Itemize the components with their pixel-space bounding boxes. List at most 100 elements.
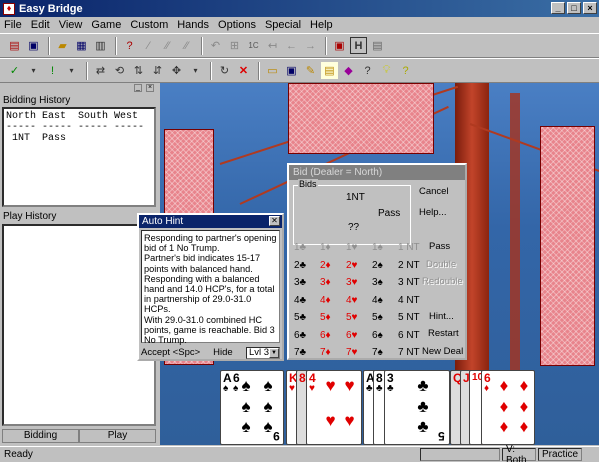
menu-hands[interactable]: Hands — [177, 19, 209, 31]
bid-button[interactable]: 1♣ — [294, 242, 320, 253]
bid-button[interactable]: 3♠ — [372, 277, 398, 288]
menu-game[interactable]: Game — [91, 19, 121, 31]
menu-edit[interactable]: Edit — [31, 19, 50, 31]
menu-file[interactable]: File — [4, 19, 22, 31]
bid-button[interactable]: 5♥ — [346, 312, 372, 323]
move-icon[interactable]: ✥ — [168, 62, 185, 79]
hint-button[interactable]: Hint... — [429, 311, 454, 322]
forward-icon[interactable]: → — [302, 37, 319, 54]
bid-button[interactable]: 4♠ — [372, 295, 398, 306]
back-icon[interactable]: ← — [283, 37, 300, 54]
bid-button[interactable]: 6 NT — [398, 330, 420, 341]
hand-card[interactable]: 4 ♥ ♥ ♥ ♥ ♥ — [306, 370, 362, 445]
menu-custom[interactable]: Custom — [130, 19, 168, 31]
bid-dialog-title[interactable]: Bid (Dealer = North) — [289, 165, 465, 180]
card-pass3-icon[interactable]: ⁄⁄ — [178, 37, 195, 54]
dropdown2-icon[interactable]: ▾ — [63, 62, 80, 79]
minimize-button[interactable]: _ — [551, 2, 565, 14]
bid-button[interactable]: 2♠ — [372, 260, 398, 271]
bid-button[interactable]: 6♦ — [320, 330, 346, 341]
bid-button[interactable]: 7 NT — [398, 347, 420, 358]
bid-button[interactable]: 4 NT — [398, 295, 420, 306]
pass-button[interactable]: Pass — [429, 241, 450, 252]
menu-help[interactable]: Help — [310, 19, 333, 31]
question-icon[interactable]: ? — [359, 62, 376, 79]
hide-button[interactable]: Hide — [213, 347, 233, 358]
auto-hint-close-icon[interactable]: ✕ — [269, 216, 280, 226]
new-deal-button[interactable]: New Deal — [422, 346, 463, 357]
bid-button[interactable]: 7♣ — [294, 347, 320, 358]
hand-card[interactable]: A ♠ 6 ♠ ♠ ♠ ♠ ♠ ♠ ♠ 9 — [220, 370, 284, 445]
rewind-icon[interactable]: ↤ — [264, 37, 281, 54]
bid-button[interactable]: 7♥ — [346, 347, 372, 358]
panel-minimize-icon[interactable]: _ — [134, 84, 142, 92]
bid-button[interactable]: 6♣ — [294, 330, 320, 341]
window-icon[interactable]: ▣ — [331, 37, 348, 54]
redouble-button[interactable]: Redouble — [422, 276, 463, 287]
dropdown3-icon[interactable]: ▾ — [187, 62, 204, 79]
bid-button[interactable]: 6♠ — [372, 330, 398, 341]
new-icon[interactable]: ▣ — [25, 37, 42, 54]
pencil-icon[interactable]: ✎ — [302, 62, 319, 79]
bid-icon[interactable]: ! — [44, 62, 61, 79]
cards-icon[interactable]: ⇵ — [149, 62, 166, 79]
score-icon[interactable]: ▣ — [283, 62, 300, 79]
arrange-icon[interactable]: ⇅ — [130, 62, 147, 79]
check-icon[interactable]: ✓ — [6, 62, 23, 79]
bid-button[interactable]: 3♥ — [346, 277, 372, 288]
bid-button[interactable]: 2 NT — [398, 260, 420, 271]
swap-icon[interactable]: ⇄ — [92, 62, 109, 79]
restart-button[interactable]: Restart — [428, 328, 459, 339]
bid-button[interactable]: 3 NT — [398, 277, 420, 288]
refresh-icon[interactable]: ↻ — [216, 62, 233, 79]
bid-button[interactable]: 3♣ — [294, 277, 320, 288]
print-icon[interactable]: ▥ — [92, 37, 109, 54]
panel-close-icon[interactable]: × — [146, 84, 154, 92]
comment-icon[interactable]: ▤ — [321, 62, 338, 79]
save-icon[interactable]: ▦ — [73, 37, 90, 54]
cancel-icon[interactable]: ✕ — [235, 62, 252, 79]
undo-icon[interactable]: ↶ — [207, 37, 224, 54]
rotate-icon[interactable]: ⟲ — [111, 62, 128, 79]
bid-button[interactable]: 1♥ — [346, 242, 372, 253]
bid-button[interactable]: 4♦ — [320, 295, 346, 306]
trick-icon[interactable]: ⊞ — [226, 37, 243, 54]
card-pass2-icon[interactable]: ⁄⁄ — [159, 37, 176, 54]
bid-button[interactable]: 7♦ — [320, 347, 346, 358]
bid-button[interactable]: 4♣ — [294, 295, 320, 306]
accept-button[interactable]: Accept <Spc> — [141, 347, 200, 358]
note-icon[interactable]: ▭ — [264, 62, 281, 79]
bid-button[interactable]: 2♦ — [320, 260, 346, 271]
cancel-button[interactable]: Cancel — [419, 186, 449, 197]
bid-button[interactable]: 1♠ — [372, 242, 398, 253]
menu-options[interactable]: Options — [218, 19, 256, 31]
auto-hint-titlebar[interactable]: Auto Hint ✕ — [139, 215, 282, 228]
bid-button[interactable]: 1♦ — [320, 242, 346, 253]
bid-button[interactable]: 7♠ — [372, 347, 398, 358]
bid-button[interactable]: 4♥ — [346, 295, 372, 306]
hand-card[interactable]: 6 ♦ ♦ ♦ ♦ ♦ ♦ ♦ — [481, 370, 535, 445]
double-button[interactable]: Double — [426, 259, 456, 270]
layout-icon[interactable]: ▤ — [369, 37, 386, 54]
dropdown-icon[interactable]: ▾ — [25, 62, 42, 79]
menu-view[interactable]: View — [59, 19, 83, 31]
card-pass-icon[interactable]: ⁄ — [140, 37, 157, 54]
bid-button[interactable]: 2♥ — [346, 260, 372, 271]
whatsthis-icon[interactable]: ? — [397, 62, 414, 79]
bid-button[interactable]: 6♥ — [346, 330, 372, 341]
bid-button[interactable]: 5♠ — [372, 312, 398, 323]
tab-bidding[interactable]: Bidding — [2, 429, 79, 443]
bid-button[interactable]: 5♣ — [294, 312, 320, 323]
help-button[interactable]: Help... — [419, 207, 446, 218]
hand-h-icon[interactable]: H — [350, 37, 367, 54]
chevron-down-icon[interactable]: ▼ — [269, 347, 279, 358]
gem-icon[interactable]: ◆ — [340, 62, 357, 79]
menu-special[interactable]: Special — [265, 19, 301, 31]
close-button[interactable]: × — [583, 2, 597, 14]
deal-icon[interactable]: ▤ — [6, 37, 23, 54]
maximize-button[interactable]: □ — [567, 2, 581, 14]
panel-handle[interactable]: _ × — [0, 83, 160, 92]
bid-button[interactable]: 1 NT — [398, 242, 420, 253]
help-book-icon[interactable]: ? — [121, 37, 138, 54]
bid-button[interactable]: 3♦ — [320, 277, 346, 288]
